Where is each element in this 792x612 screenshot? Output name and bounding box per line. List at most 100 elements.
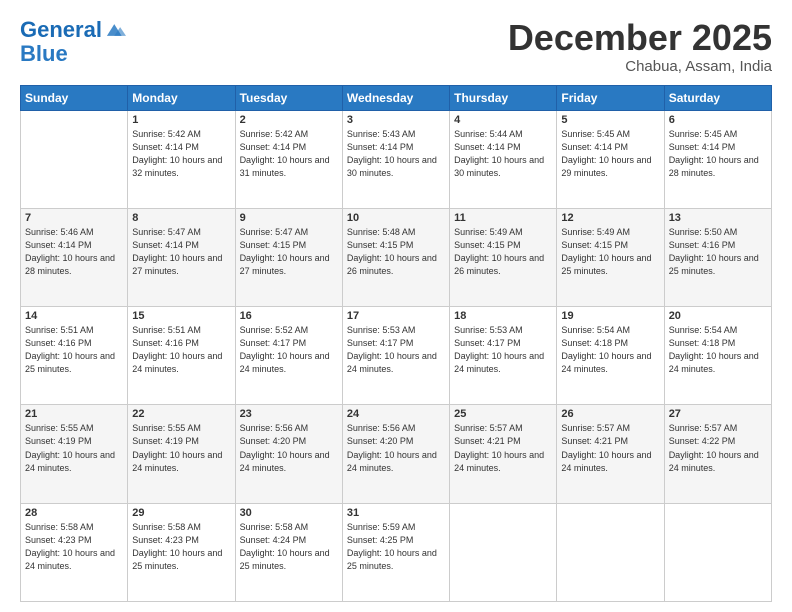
calendar-week-row: 28 Sunrise: 5:58 AMSunset: 4:23 PMDayligh… <box>21 503 772 601</box>
day-info: Sunrise: 5:49 AMSunset: 4:15 PMDaylight:… <box>561 226 659 278</box>
calendar-cell <box>21 110 128 208</box>
day-info: Sunrise: 5:46 AMSunset: 4:14 PMDaylight:… <box>25 226 123 278</box>
weekday-header-wednesday: Wednesday <box>342 85 449 110</box>
calendar-cell: 12 Sunrise: 5:49 AMSunset: 4:15 PMDayligh… <box>557 208 664 306</box>
day-number: 18 <box>454 310 552 322</box>
calendar-cell: 19Sunrise: 5:54 AMSunset: 4:18 PMDayligh… <box>557 307 664 405</box>
calendar-cell: 8 Sunrise: 5:47 AMSunset: 4:14 PMDaylight… <box>128 208 235 306</box>
day-info: Sunrise: 5:54 AMSunset: 4:18 PMDaylight:… <box>669 324 767 376</box>
calendar-cell: 15Sunrise: 5:51 AMSunset: 4:16 PMDayligh… <box>128 307 235 405</box>
calendar-cell: 29 Sunrise: 5:58 AMSunset: 4:23 PMDayligh… <box>128 503 235 601</box>
day-info: Sunrise: 5:53 AMSunset: 4:17 PMDaylight:… <box>454 324 552 376</box>
day-number: 19 <box>561 310 659 322</box>
calendar-cell <box>557 503 664 601</box>
title-block: December 2025 Chabua, Assam, India <box>508 18 772 75</box>
day-number: 22 <box>132 408 230 420</box>
day-info: Sunrise: 5:55 AMSunset: 4:19 PMDaylight:… <box>25 422 123 474</box>
day-number: 5 <box>561 114 659 126</box>
calendar-cell: 13 Sunrise: 5:50 AMSunset: 4:16 PMDayligh… <box>664 208 771 306</box>
day-info: Sunrise: 5:56 AMSunset: 4:20 PMDaylight:… <box>240 422 338 474</box>
day-info: Sunrise: 5:42 AMSunset: 4:14 PMDaylight:… <box>132 128 230 180</box>
calendar-week-row: 21 Sunrise: 5:55 AMSunset: 4:19 PMDayligh… <box>21 405 772 503</box>
calendar-cell: 23 Sunrise: 5:56 AMSunset: 4:20 PMDayligh… <box>235 405 342 503</box>
day-number: 26 <box>561 408 659 420</box>
day-number: 24 <box>347 408 445 420</box>
header: General Blue December 2025 Chabua, Assam… <box>20 18 772 75</box>
day-number: 10 <box>347 212 445 224</box>
weekday-header-thursday: Thursday <box>450 85 557 110</box>
day-number: 16 <box>240 310 338 322</box>
calendar-cell: 31Sunrise: 5:59 AMSunset: 4:25 PMDayligh… <box>342 503 449 601</box>
calendar-cell: 9Sunrise: 5:47 AMSunset: 4:15 PMDaylight… <box>235 208 342 306</box>
weekday-header-friday: Friday <box>557 85 664 110</box>
day-number: 1 <box>132 114 230 126</box>
day-number: 7 <box>25 212 123 224</box>
calendar-cell: 2 Sunrise: 5:42 AMSunset: 4:14 PMDaylight… <box>235 110 342 208</box>
day-info: Sunrise: 5:45 AMSunset: 4:14 PMDaylight:… <box>669 128 767 180</box>
day-number: 17 <box>347 310 445 322</box>
day-info: Sunrise: 5:45 AMSunset: 4:14 PMDaylight:… <box>561 128 659 180</box>
weekday-header-row: SundayMondayTuesdayWednesdayThursdayFrid… <box>21 85 772 110</box>
day-info: Sunrise: 5:51 AMSunset: 4:16 PMDaylight:… <box>25 324 123 376</box>
day-info: Sunrise: 5:47 AMSunset: 4:14 PMDaylight:… <box>132 226 230 278</box>
calendar-cell: 28 Sunrise: 5:58 AMSunset: 4:23 PMDayligh… <box>21 503 128 601</box>
weekday-header-monday: Monday <box>128 85 235 110</box>
day-number: 21 <box>25 408 123 420</box>
day-number: 20 <box>669 310 767 322</box>
calendar-cell: 21 Sunrise: 5:55 AMSunset: 4:19 PMDayligh… <box>21 405 128 503</box>
day-info: Sunrise: 5:44 AMSunset: 4:14 PMDaylight:… <box>454 128 552 180</box>
day-number: 2 <box>240 114 338 126</box>
day-number: 31 <box>347 507 445 519</box>
weekday-header-sunday: Sunday <box>21 85 128 110</box>
page: General Blue December 2025 Chabua, Assam… <box>0 0 792 612</box>
day-info: Sunrise: 5:49 AMSunset: 4:15 PMDaylight:… <box>454 226 552 278</box>
calendar-cell: 24 Sunrise: 5:56 AMSunset: 4:20 PMDayligh… <box>342 405 449 503</box>
day-number: 14 <box>25 310 123 322</box>
day-info: Sunrise: 5:43 AMSunset: 4:14 PMDaylight:… <box>347 128 445 180</box>
logo-text2: Blue <box>20 42 126 66</box>
calendar-cell: 22Sunrise: 5:55 AMSunset: 4:19 PMDayligh… <box>128 405 235 503</box>
calendar-week-row: 14 Sunrise: 5:51 AMSunset: 4:16 PMDayligh… <box>21 307 772 405</box>
weekday-header-tuesday: Tuesday <box>235 85 342 110</box>
day-info: Sunrise: 5:52 AMSunset: 4:17 PMDaylight:… <box>240 324 338 376</box>
day-info: Sunrise: 5:57 AMSunset: 4:21 PMDaylight:… <box>454 422 552 474</box>
day-number: 4 <box>454 114 552 126</box>
day-number: 12 <box>561 212 659 224</box>
day-number: 13 <box>669 212 767 224</box>
day-info: Sunrise: 5:42 AMSunset: 4:14 PMDaylight:… <box>240 128 338 180</box>
day-info: Sunrise: 5:58 AMSunset: 4:24 PMDaylight:… <box>240 521 338 573</box>
day-info: Sunrise: 5:57 AMSunset: 4:21 PMDaylight:… <box>561 422 659 474</box>
day-number: 23 <box>240 408 338 420</box>
calendar-cell: 14 Sunrise: 5:51 AMSunset: 4:16 PMDayligh… <box>21 307 128 405</box>
calendar-cell: 3 Sunrise: 5:43 AMSunset: 4:14 PMDaylight… <box>342 110 449 208</box>
calendar-cell: 27 Sunrise: 5:57 AMSunset: 4:22 PMDayligh… <box>664 405 771 503</box>
calendar-cell: 18 Sunrise: 5:53 AMSunset: 4:17 PMDayligh… <box>450 307 557 405</box>
location: Chabua, Assam, India <box>508 58 772 75</box>
day-number: 8 <box>132 212 230 224</box>
day-info: Sunrise: 5:58 AMSunset: 4:23 PMDaylight:… <box>25 521 123 573</box>
day-number: 27 <box>669 408 767 420</box>
calendar-cell: 20 Sunrise: 5:54 AMSunset: 4:18 PMDayligh… <box>664 307 771 405</box>
calendar-week-row: 1 Sunrise: 5:42 AMSunset: 4:14 PMDaylight… <box>21 110 772 208</box>
day-info: Sunrise: 5:56 AMSunset: 4:20 PMDaylight:… <box>347 422 445 474</box>
logo: General Blue <box>20 18 126 66</box>
calendar-cell <box>450 503 557 601</box>
month-title: December 2025 <box>508 18 772 58</box>
day-info: Sunrise: 5:47 AMSunset: 4:15 PMDaylight:… <box>240 226 338 278</box>
calendar-cell: 25Sunrise: 5:57 AMSunset: 4:21 PMDayligh… <box>450 405 557 503</box>
calendar-cell: 11 Sunrise: 5:49 AMSunset: 4:15 PMDayligh… <box>450 208 557 306</box>
calendar-cell <box>664 503 771 601</box>
day-info: Sunrise: 5:57 AMSunset: 4:22 PMDaylight:… <box>669 422 767 474</box>
calendar-cell: 5 Sunrise: 5:45 AMSunset: 4:14 PMDaylight… <box>557 110 664 208</box>
day-number: 29 <box>132 507 230 519</box>
day-number: 30 <box>240 507 338 519</box>
day-info: Sunrise: 5:58 AMSunset: 4:23 PMDaylight:… <box>132 521 230 573</box>
calendar-cell: 6Sunrise: 5:45 AMSunset: 4:14 PMDaylight… <box>664 110 771 208</box>
day-number: 11 <box>454 212 552 224</box>
calendar-cell: 10Sunrise: 5:48 AMSunset: 4:15 PMDayligh… <box>342 208 449 306</box>
day-number: 3 <box>347 114 445 126</box>
day-number: 28 <box>25 507 123 519</box>
day-info: Sunrise: 5:50 AMSunset: 4:16 PMDaylight:… <box>669 226 767 278</box>
logo-icon <box>104 19 126 41</box>
day-info: Sunrise: 5:53 AMSunset: 4:17 PMDaylight:… <box>347 324 445 376</box>
